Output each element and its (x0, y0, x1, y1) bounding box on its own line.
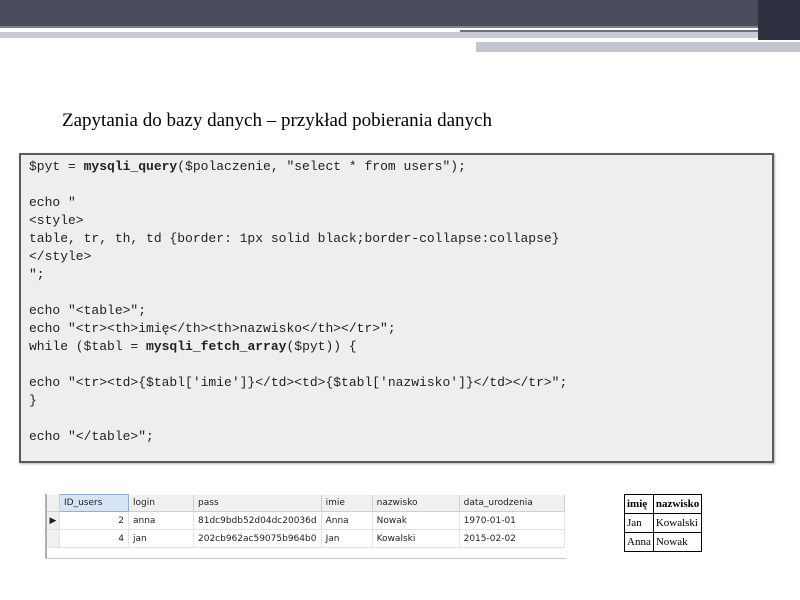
top-banner-dark (0, 0, 800, 28)
grid-cell[interactable]: Kowalski (372, 529, 460, 548)
code-line: <style> (29, 212, 764, 230)
code-line: "; (29, 266, 764, 284)
result-header-cell: imię (624, 494, 654, 514)
result-row: Jan Kowalski (624, 513, 703, 533)
code-line: echo "<table>"; (29, 302, 764, 320)
code-function-name: mysqli_query (83, 159, 178, 174)
code-text: $pyt = (29, 159, 84, 174)
code-text: echo " (29, 195, 76, 210)
grid-cell[interactable]: Anna (321, 511, 373, 530)
corner-decoration (758, 0, 800, 40)
result-header-row: imię nazwisko (624, 494, 703, 514)
grid-cell[interactable]: 81dc9bdb52d04dc20036d (193, 511, 322, 530)
grid-cell[interactable]: 1970-01-01 (459, 511, 565, 530)
result-cell: Jan (624, 513, 654, 533)
grid-cell[interactable]: Jan (321, 529, 373, 548)
top-accent-bar (476, 42, 800, 52)
result-header-cell: nazwisko (652, 494, 703, 514)
result-cell: Nowak (652, 532, 703, 552)
code-block: $pyt = mysqli_query($polaczenie, "select… (19, 153, 774, 463)
code-text: "; (29, 267, 45, 282)
code-text: ($pyt)) { (286, 339, 357, 354)
grid-cell[interactable]: anna (128, 511, 194, 530)
grid-cell[interactable]: 202cb962ac59075b964b0 (193, 529, 322, 548)
grid-cell[interactable]: jan (128, 529, 194, 548)
top-banner-light (0, 32, 800, 38)
result-cell: Anna (624, 532, 654, 552)
code-text: echo "<tr><th>imię</th><th>nazwisko</th>… (29, 321, 396, 336)
grid-cell[interactable]: Nowak (372, 511, 460, 530)
code-line: table, tr, th, td {border: 1px solid bla… (29, 230, 764, 248)
code-text: <style> (29, 213, 84, 228)
code-text: echo "</table>"; (29, 429, 154, 444)
grid-row[interactable]: ▶ 2 anna 81dc9bdb52d04dc20036d Anna Nowa… (47, 511, 565, 530)
grid-column-header[interactable]: ID_users (59, 494, 129, 512)
code-text: </style> (29, 249, 92, 264)
grid-cell[interactable]: 2015-02-02 (459, 529, 565, 548)
code-line: echo "<tr><th>imię</th><th>nazwisko</th>… (29, 320, 764, 338)
row-selector-icon[interactable]: ▶ (47, 511, 60, 530)
code-line: echo "</table>"; (29, 428, 764, 446)
code-text: echo "<table>"; (29, 303, 147, 318)
grid-column-header[interactable]: imie (321, 494, 373, 512)
result-cell: Kowalski (652, 513, 703, 533)
code-text: while ($tabl = (29, 339, 147, 354)
grid-cell[interactable]: 2 (59, 511, 129, 530)
result-row: Anna Nowak (624, 532, 703, 552)
code-line: echo " (29, 194, 764, 212)
code-text: ($polaczenie, "select * from users"); (177, 159, 466, 174)
database-results-grid[interactable]: ID_users login pass imie nazwisko data_u… (45, 494, 567, 559)
grid-column-header[interactable]: data_urodzenia (459, 494, 565, 512)
grid-cell[interactable]: 4 (59, 529, 129, 548)
row-selector-cell[interactable] (47, 529, 60, 548)
grid-column-header[interactable]: pass (193, 494, 322, 512)
html-output-table: imię nazwisko Jan Kowalski Anna Nowak (624, 494, 703, 552)
grid-header-row: ID_users login pass imie nazwisko data_u… (47, 494, 565, 512)
code-text: echo "<tr><td>{$tabl['imie']}</td><td>{$… (29, 375, 568, 390)
grid-corner-cell (47, 494, 60, 512)
code-line: </style> (29, 248, 764, 266)
grid-column-header[interactable]: login (128, 494, 194, 512)
code-line: while ($tabl = mysqli_fetch_array($pyt))… (29, 338, 764, 356)
grid-row[interactable]: 4 jan 202cb962ac59075b964b0 Jan Kowalski… (47, 529, 565, 548)
slide-title: Zapytania do bazy danych – przykład pobi… (62, 110, 492, 131)
code-line: echo "<tr><td>{$tabl['imie']}</td><td>{$… (29, 374, 764, 392)
grid-column-header[interactable]: nazwisko (372, 494, 460, 512)
code-line: } (29, 392, 764, 410)
code-text: table, tr, th, td {border: 1px solid bla… (29, 231, 560, 246)
code-line: $pyt = mysqli_query($polaczenie, "select… (29, 158, 764, 176)
code-function-name: mysqli_fetch_array (146, 339, 287, 354)
code-text: } (29, 393, 37, 408)
